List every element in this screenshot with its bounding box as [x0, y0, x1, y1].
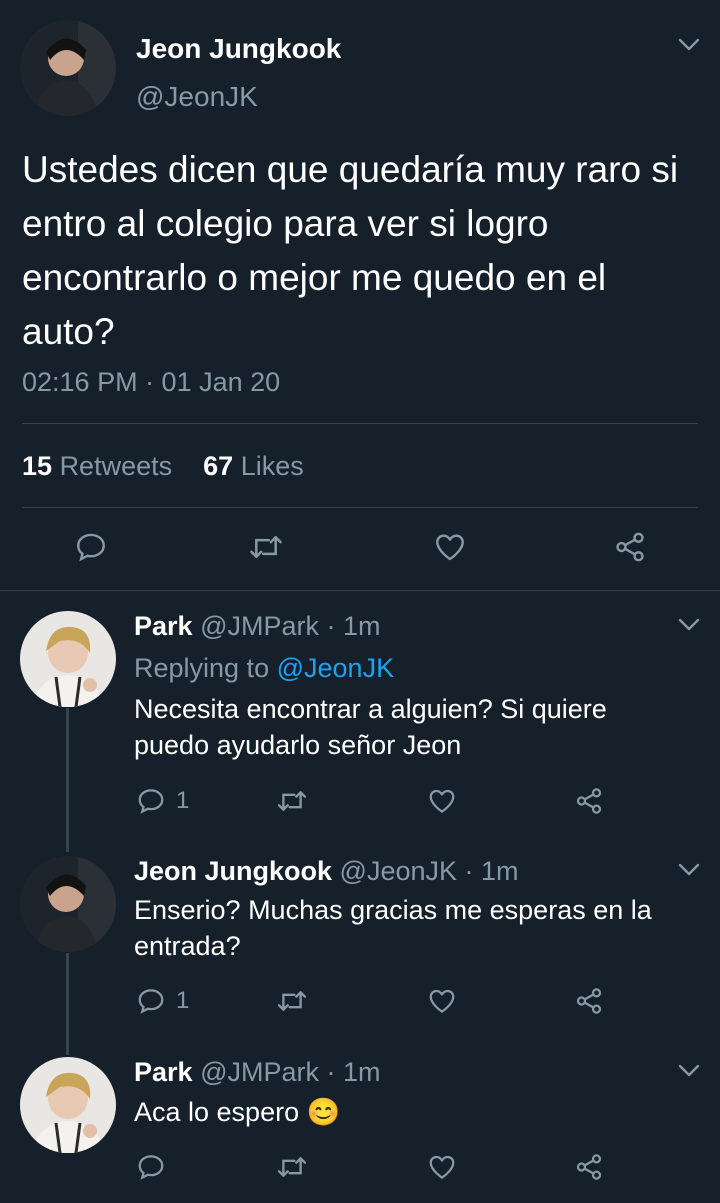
retweet-button[interactable] [248, 530, 284, 564]
tweet-text: Ustedes dicen que quedaría muy raro si e… [22, 149, 679, 352]
retweet-icon [277, 791, 307, 811]
retweet-button[interactable] [276, 786, 308, 816]
reply-icon [138, 1155, 164, 1180]
retweet-icon [250, 536, 282, 558]
replying-to-handle[interactable]: @JeonJK [277, 653, 394, 683]
reply-button[interactable]: 1 [136, 986, 189, 1016]
share-button[interactable] [573, 786, 605, 816]
thread-line [66, 953, 69, 1055]
replying-to: Replying to @JeonJK [134, 653, 394, 684]
like-icon [429, 789, 455, 813]
reply-text-line: puedo ayudarlo señor Jeon [134, 730, 462, 760]
divider [22, 423, 698, 424]
reply-header: Park @JMPark · 1m [134, 1057, 381, 1088]
reply-button[interactable] [136, 1152, 166, 1182]
share-icon [576, 1154, 602, 1180]
chevron-down-icon [678, 863, 700, 876]
like-button[interactable] [427, 786, 457, 816]
likes-count[interactable]: 67 [203, 451, 233, 481]
likes-label[interactable]: Likes [241, 451, 304, 481]
like-button[interactable] [427, 1152, 457, 1182]
divider [22, 507, 698, 508]
reply-header: Jeon Jungkook @JeonJK · 1m [134, 856, 519, 887]
chevron-down-icon [678, 1064, 700, 1077]
reply-author-name[interactable]: Park [134, 1057, 193, 1087]
chevron-down-icon [678, 38, 700, 51]
share-button[interactable] [612, 530, 648, 564]
retweet-icon [277, 991, 307, 1011]
chevron-down-icon [678, 618, 700, 631]
author-handle[interactable]: @JeonJK [136, 81, 258, 113]
retweet-button[interactable] [276, 986, 308, 1016]
reply-text-line: Necesita encontrar a alguien? Si quiere [134, 694, 607, 724]
reply-icon [77, 533, 105, 562]
more-options-button[interactable] [678, 863, 700, 882]
reply-avatar[interactable] [20, 611, 116, 707]
share-icon [576, 988, 602, 1014]
retweets-count[interactable]: 15 [22, 451, 52, 481]
retweets-label[interactable]: Retweets [60, 451, 173, 481]
reply-avatar[interactable] [20, 856, 116, 952]
reply-avatar[interactable] [20, 1057, 116, 1153]
reply-header: Park @JMPark · 1m [134, 611, 381, 642]
share-button[interactable] [573, 1152, 605, 1182]
reply-icon [138, 989, 164, 1014]
like-button[interactable] [427, 986, 457, 1016]
replying-to-label: Replying to [134, 653, 270, 683]
reply-text-line: Aca lo espero 😊 [134, 1097, 341, 1127]
tweet-stats: 15 Retweets 67 Likes [22, 451, 304, 482]
retweet-icon [277, 1157, 307, 1177]
reply-author-name[interactable]: Park [134, 611, 193, 641]
share-icon [576, 788, 602, 814]
like-icon [429, 989, 455, 1013]
reply-button[interactable]: 1 [136, 786, 189, 816]
reply-text-line: entrada? [134, 931, 241, 961]
more-options-button[interactable] [678, 618, 700, 637]
thread-line [66, 708, 69, 852]
more-options-button[interactable] [678, 1064, 700, 1083]
author-name[interactable]: Jeon Jungkook [136, 33, 341, 65]
reply-button[interactable] [74, 530, 108, 564]
reply-text-line: Enserio? Muchas gracias me esperas en la [134, 895, 652, 925]
reply-icon [138, 789, 164, 814]
author-avatar[interactable] [20, 20, 116, 116]
like-button[interactable] [433, 530, 467, 564]
like-icon [429, 1155, 455, 1179]
reply-count: 1 [176, 987, 190, 1014]
retweet-button[interactable] [276, 1152, 308, 1182]
share-button[interactable] [573, 986, 605, 1016]
share-icon [616, 532, 644, 562]
reply-author-name[interactable]: Jeon Jungkook [134, 856, 332, 886]
reply-count: 1 [176, 787, 190, 814]
like-icon [436, 534, 464, 561]
more-options-button[interactable] [678, 38, 700, 57]
reply-meta[interactable]: @JeonJK · 1m [340, 856, 519, 886]
reply-meta[interactable]: @JMPark · 1m [200, 1057, 380, 1087]
divider [0, 590, 720, 591]
tweet-timestamp: 02:16 PM · 01 Jan 20 [22, 367, 281, 397]
reply-meta[interactable]: @JMPark · 1m [200, 611, 380, 641]
